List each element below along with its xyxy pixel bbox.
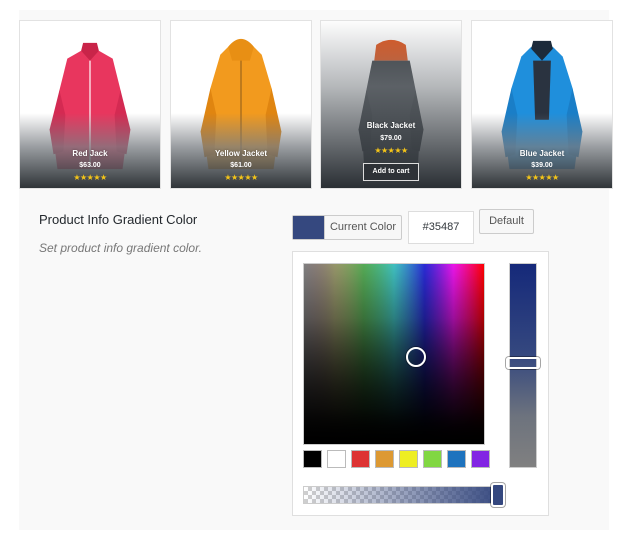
saturation-handle[interactable] xyxy=(406,347,426,367)
setting-description: Set product info gradient color. xyxy=(39,241,202,255)
saturation-square[interactable] xyxy=(303,263,485,445)
alpha-slider[interactable] xyxy=(303,486,503,504)
product-name[interactable]: Black Jacket xyxy=(321,121,461,130)
current-color-label: Current Color xyxy=(324,216,401,239)
product-name[interactable]: Blue Jacket xyxy=(472,149,612,158)
rating-stars: ★★★★★ xyxy=(224,173,258,182)
current-color-button[interactable]: Current Color xyxy=(292,215,402,240)
palette-swatch-black[interactable] xyxy=(303,450,322,468)
rating-stars: ★★★★★ xyxy=(525,173,559,182)
rating-stars: ★★★★★ xyxy=(374,146,408,155)
product-name[interactable]: Red Jack xyxy=(20,149,160,158)
palette-swatch-red[interactable] xyxy=(351,450,370,468)
palette-swatch-purple[interactable] xyxy=(471,450,490,468)
product-card-blue[interactable]: Blue Jacket $39.00 ★★★★★ xyxy=(471,20,613,189)
hex-color-input[interactable]: #35487 xyxy=(408,211,474,244)
palette-swatch-blue[interactable] xyxy=(447,450,466,468)
product-price: $63.00 xyxy=(79,162,101,169)
current-color-swatch xyxy=(293,216,324,239)
saturation-shade xyxy=(304,264,484,444)
palette-swatch-orange[interactable] xyxy=(375,450,394,468)
value-slider-handle[interactable] xyxy=(506,357,540,369)
palette-swatch-green[interactable] xyxy=(423,450,442,468)
rating-stars: ★★★★★ xyxy=(73,173,107,182)
default-button[interactable]: Default xyxy=(479,209,534,234)
product-price: $39.00 xyxy=(531,162,553,169)
alpha-slider-handle[interactable] xyxy=(491,483,505,507)
product-price: $61.00 xyxy=(230,162,252,169)
color-palette xyxy=(303,450,490,468)
palette-swatch-yellow[interactable] xyxy=(399,450,418,468)
setting-title: Product Info Gradient Color xyxy=(39,212,198,227)
palette-swatch-white[interactable] xyxy=(327,450,346,468)
product-name[interactable]: Yellow Jacket xyxy=(171,149,311,158)
product-card-black[interactable]: Black Jacket $79.00 ★★★★★ Add to cart xyxy=(320,20,462,189)
add-to-cart-button[interactable]: Add to cart xyxy=(363,163,419,181)
product-price: $79.00 xyxy=(380,135,402,142)
product-card-red[interactable]: Red Jack $63.00 ★★★★★ xyxy=(19,20,161,189)
product-card-yellow[interactable]: Yellow Jacket $61.00 ★★★★★ xyxy=(170,20,312,189)
